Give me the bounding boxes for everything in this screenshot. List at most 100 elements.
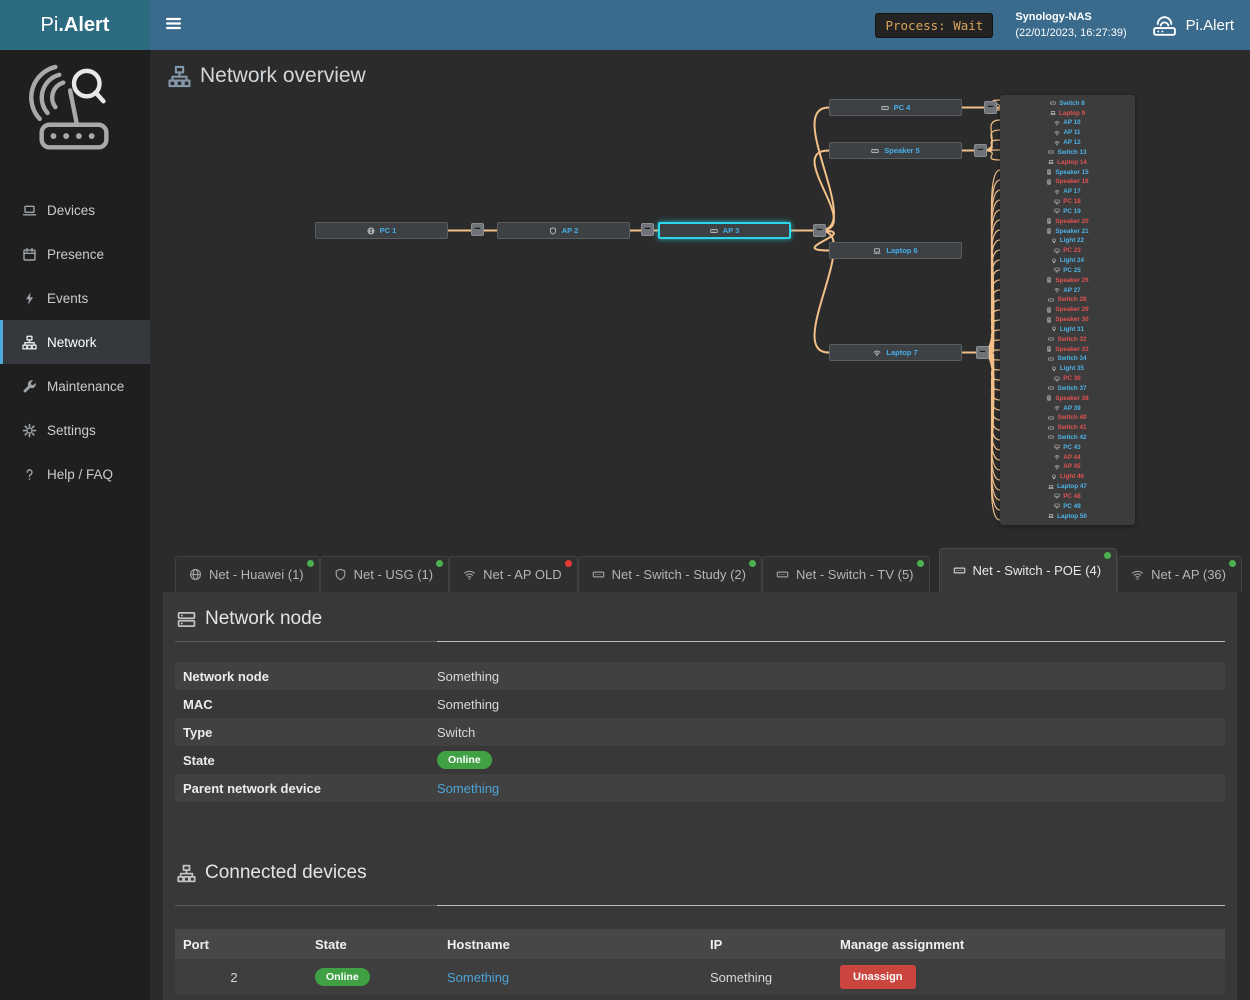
table-row: 2OnlineSomethingSomethingUnassign bbox=[175, 959, 1225, 995]
device-list-item-ap-10[interactable]: AP 10 bbox=[1000, 119, 1135, 126]
diagram-node-speaker-5[interactable]: Speaker 5 bbox=[829, 142, 962, 159]
collapse-toggle-ap-3[interactable]: − bbox=[813, 224, 826, 237]
switch-icon bbox=[1050, 100, 1056, 106]
diagram-node-ap-2[interactable]: AP 2 bbox=[497, 222, 630, 239]
device-list-item-light-35[interactable]: Light 35 bbox=[1000, 365, 1135, 372]
device-list-item-laptop-14[interactable]: Laptop 14 bbox=[1000, 159, 1135, 166]
diagram-node-ap-3[interactable]: AP 3 bbox=[658, 222, 791, 239]
sidebar-item-maintenance[interactable]: Maintenance bbox=[0, 364, 150, 408]
device-list-item-ap-17[interactable]: AP 17 bbox=[1000, 188, 1135, 195]
sidebar-item-settings[interactable]: Settings bbox=[0, 408, 150, 452]
device-list-item-speaker-33[interactable]: Speaker 33 bbox=[1000, 346, 1135, 353]
device-label: Switch 13 bbox=[1057, 149, 1086, 156]
node-label: Speaker 5 bbox=[884, 146, 919, 155]
device-list-item-pc-19[interactable]: PC 19 bbox=[1000, 208, 1135, 215]
collapse-toggle-pc-4[interactable]: − bbox=[984, 101, 997, 114]
parent-device-link[interactable]: Something bbox=[437, 781, 499, 796]
device-label: Switch 42 bbox=[1057, 434, 1086, 441]
collapse-toggle-ap-2[interactable]: − bbox=[641, 223, 654, 236]
device-list-item-ap-12[interactable]: AP 12 bbox=[1000, 139, 1135, 146]
device-label: Speaker 30 bbox=[1055, 316, 1088, 323]
device-list-item-ap-45[interactable]: AP 45 bbox=[1000, 463, 1135, 470]
device-list-item-speaker-16[interactable]: Speaker 16 bbox=[1000, 178, 1135, 185]
device-label: PC 48 bbox=[1063, 493, 1081, 500]
tab-net-switch-study-2[interactable]: Net - Switch - Study (2) bbox=[578, 556, 762, 592]
sidebar-item-events[interactable]: Events bbox=[0, 276, 150, 320]
diagram-node-pc-1[interactable]: PC 1 bbox=[315, 222, 448, 239]
top-right-brand[interactable]: Pi.Alert bbox=[1151, 14, 1234, 37]
device-list-item-speaker-20[interactable]: Speaker 20 bbox=[1000, 218, 1135, 225]
sidebar-item-presence[interactable]: Presence bbox=[0, 232, 150, 276]
device-list-item-speaker-38[interactable]: Speaker 38 bbox=[1000, 395, 1135, 402]
device-label: AP 12 bbox=[1063, 139, 1080, 146]
detail-row-parent-network-device: Parent network deviceSomething bbox=[175, 774, 1225, 802]
device-label: Light 24 bbox=[1060, 257, 1084, 264]
device-list-item-laptop-50[interactable]: Laptop 50 bbox=[1000, 513, 1135, 520]
unassign-button[interactable]: Unassign bbox=[840, 965, 916, 989]
device-list-item-speaker-15[interactable]: Speaker 15 bbox=[1000, 169, 1135, 176]
device-list-item-ap-39[interactable]: AP 39 bbox=[1000, 405, 1135, 412]
device-list-item-pc-18[interactable]: PC 18 bbox=[1000, 198, 1135, 205]
wifi-icon bbox=[1054, 405, 1060, 411]
device-list-item-pc-48[interactable]: PC 48 bbox=[1000, 493, 1135, 500]
device-list-item-light-46[interactable]: Light 46 bbox=[1000, 473, 1135, 480]
device-list-item-light-24[interactable]: Light 24 bbox=[1000, 257, 1135, 264]
gear-icon bbox=[22, 423, 37, 438]
device-list-item-pc-25[interactable]: PC 25 bbox=[1000, 267, 1135, 274]
device-list-item-switch-13[interactable]: Switch 13 bbox=[1000, 149, 1135, 156]
device-list-item-laptop-47[interactable]: Laptop 47 bbox=[1000, 483, 1135, 490]
diagram-node-pc-4[interactable]: PC 4 bbox=[829, 99, 962, 116]
collapse-toggle-laptop-7[interactable]: − bbox=[976, 346, 989, 359]
device-list-item-switch-28[interactable]: Switch 28 bbox=[1000, 296, 1135, 303]
column-header-ip: IP bbox=[710, 937, 840, 952]
device-list-item-laptop-9[interactable]: Laptop 9 bbox=[1000, 110, 1135, 117]
pc-icon bbox=[1054, 376, 1060, 382]
device-list-item-speaker-26[interactable]: Speaker 26 bbox=[1000, 277, 1135, 284]
device-list-item-switch-34[interactable]: Switch 34 bbox=[1000, 355, 1135, 362]
device-list-item-pc-49[interactable]: PC 49 bbox=[1000, 503, 1135, 510]
device-list-item-pc-36[interactable]: PC 36 bbox=[1000, 375, 1135, 382]
tab-net-usg-1[interactable]: Net - USG (1) bbox=[320, 556, 449, 592]
speaker-icon bbox=[1046, 346, 1052, 352]
device-list-item-speaker-29[interactable]: Speaker 29 bbox=[1000, 306, 1135, 313]
device-list-item-light-31[interactable]: Light 31 bbox=[1000, 326, 1135, 333]
tab-net-switch-poe-4[interactable]: Net - Switch - POE (4) bbox=[939, 548, 1118, 592]
device-list-item-ap-44[interactable]: AP 44 bbox=[1000, 454, 1135, 461]
device-label: AP 45 bbox=[1063, 463, 1080, 470]
device-list-item-switch-42[interactable]: Switch 42 bbox=[1000, 434, 1135, 441]
device-list-item-ap-27[interactable]: AP 27 bbox=[1000, 287, 1135, 294]
diagram-node-laptop-6[interactable]: Laptop 6 bbox=[829, 242, 962, 259]
device-label: AP 44 bbox=[1063, 454, 1080, 461]
switch-icon bbox=[953, 564, 966, 577]
tab-net-ap-36[interactable]: Net - AP (36) bbox=[1117, 556, 1242, 592]
status-dot bbox=[1104, 552, 1111, 559]
status-dot bbox=[436, 560, 443, 567]
node-label: Laptop 6 bbox=[886, 246, 917, 255]
switch-icon bbox=[881, 104, 889, 112]
device-list-item-switch-40[interactable]: Switch 40 bbox=[1000, 414, 1135, 421]
hostname-link[interactable]: Something bbox=[447, 970, 710, 985]
tab-net-ap-old[interactable]: Net - AP OLD bbox=[449, 556, 578, 592]
device-list-item-switch-8[interactable]: Switch 8 bbox=[1000, 100, 1135, 107]
device-list-item-switch-32[interactable]: Switch 32 bbox=[1000, 336, 1135, 343]
switch-icon bbox=[776, 568, 789, 581]
device-list-item-pc-23[interactable]: PC 23 bbox=[1000, 247, 1135, 254]
sidebar-item-devices[interactable]: Devices bbox=[0, 188, 150, 232]
device-list-item-ap-11[interactable]: AP 11 bbox=[1000, 129, 1135, 136]
device-list-item-switch-37[interactable]: Switch 37 bbox=[1000, 385, 1135, 392]
sidebar-item-network[interactable]: Network bbox=[0, 320, 150, 364]
tab-net-switch-tv-5[interactable]: Net - Switch - TV (5) bbox=[762, 556, 930, 592]
device-list-item-pc-43[interactable]: PC 43 bbox=[1000, 444, 1135, 451]
device-list-item-speaker-30[interactable]: Speaker 30 bbox=[1000, 316, 1135, 323]
device-list-item-speaker-21[interactable]: Speaker 21 bbox=[1000, 228, 1135, 235]
tab-net-huawei-1[interactable]: Net - Huawei (1) bbox=[175, 556, 320, 592]
device-list-item-light-22[interactable]: Light 22 bbox=[1000, 237, 1135, 244]
app-logo[interactable]: Pi.Alert bbox=[0, 0, 150, 50]
collapse-toggle-speaker-5[interactable]: − bbox=[974, 144, 987, 157]
menu-toggle-button[interactable] bbox=[150, 0, 197, 50]
collapse-toggle-pc-1[interactable]: − bbox=[471, 223, 484, 236]
sidebar-item-label: Devices bbox=[47, 203, 95, 218]
sidebar-item-help-faq[interactable]: Help / FAQ bbox=[0, 452, 150, 496]
device-list-item-switch-41[interactable]: Switch 41 bbox=[1000, 424, 1135, 431]
diagram-node-laptop-7[interactable]: Laptop 7 bbox=[829, 344, 962, 361]
